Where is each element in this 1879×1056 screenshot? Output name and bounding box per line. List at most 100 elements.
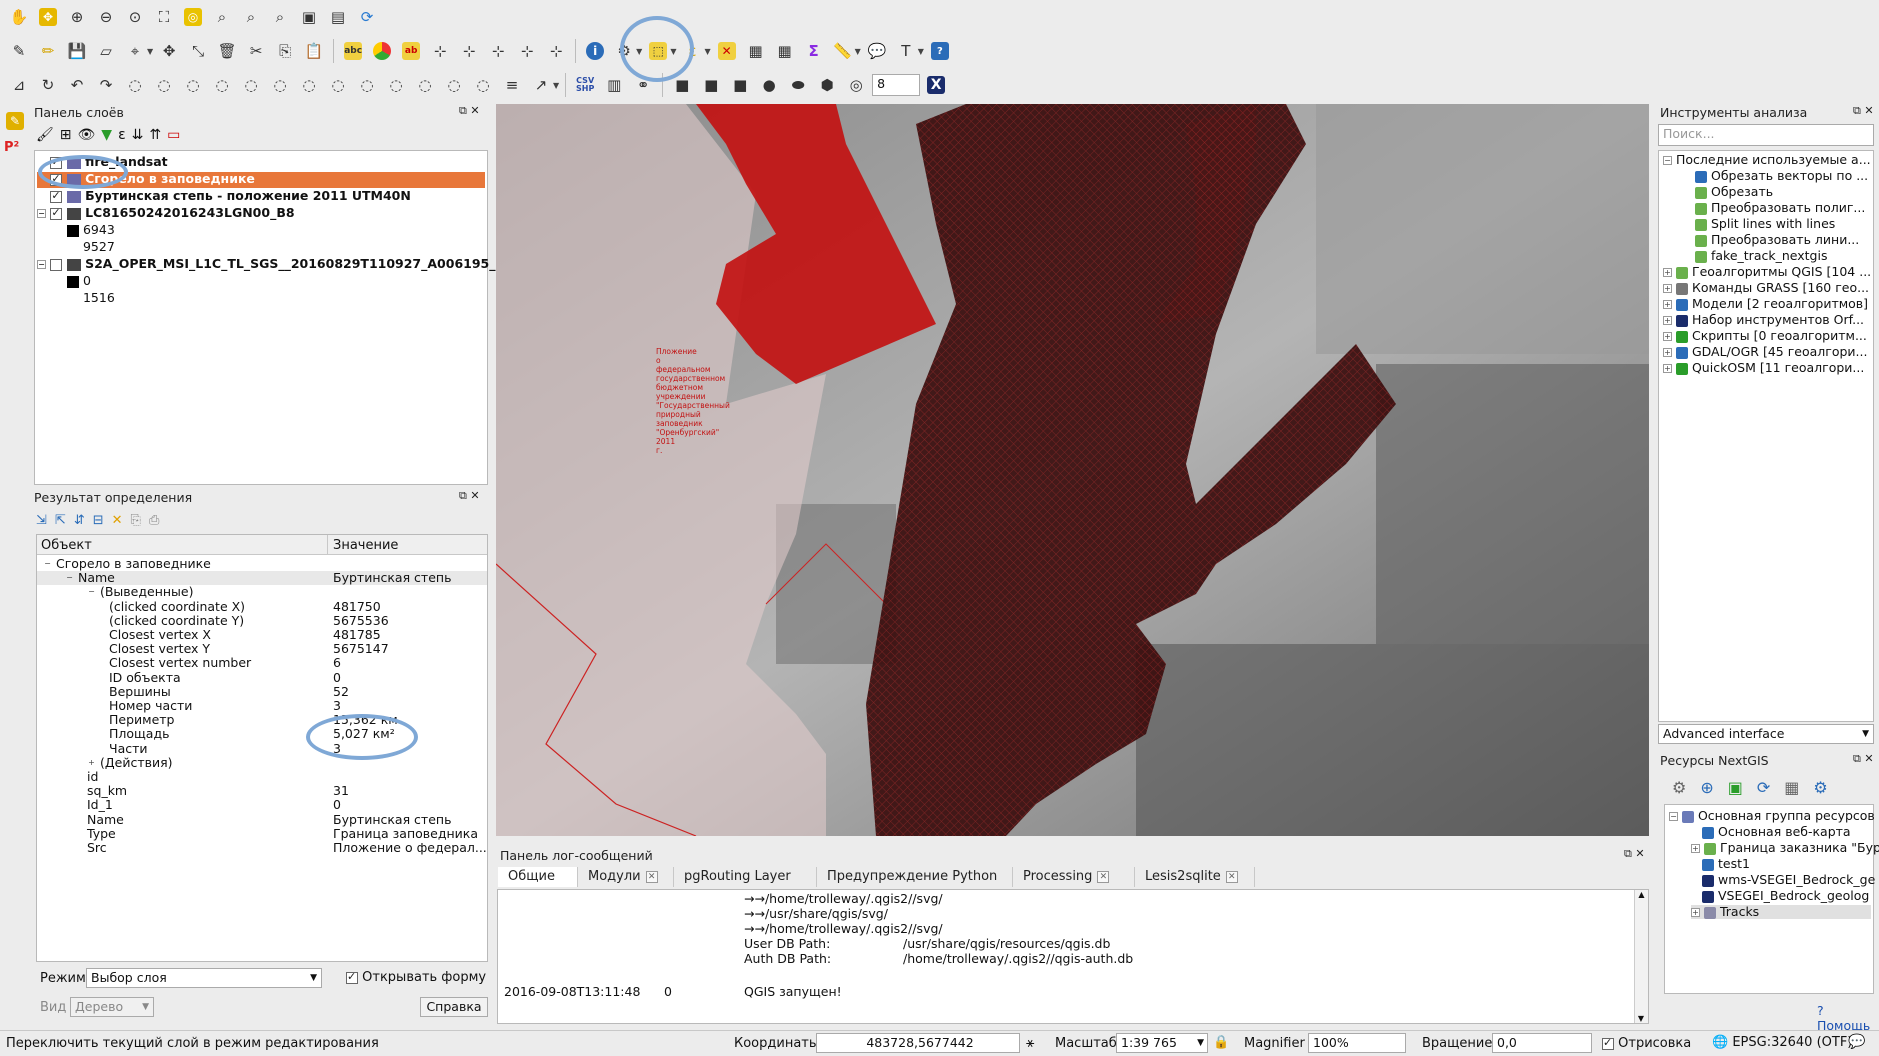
collapse-icon[interactable]: − <box>1663 156 1672 165</box>
pan-to-selection-icon[interactable]: ✥ <box>35 4 61 30</box>
expand-icon[interactable]: + <box>1691 908 1700 917</box>
layer-visibility-checkbox[interactable] <box>50 189 63 203</box>
log-tab[interactable]: Предупреждение Python✕ <box>817 867 1013 903</box>
select-features-icon[interactable]: ⬚ <box>645 38 671 64</box>
open-map-icon[interactable]: ▦ <box>1784 778 1799 797</box>
connect-icon[interactable]: ⚙ <box>1672 778 1686 797</box>
expand-icon[interactable]: + <box>1663 316 1672 325</box>
processing-item[interactable]: + Геоалгоритмы QGIS [104 ... <box>1663 265 1871 279</box>
log-tab[interactable]: Processing ✕ <box>1013 867 1135 887</box>
scroll-up-icon[interactable]: ▲ <box>1635 890 1648 899</box>
rotation-spinbox[interactable]: 0,0 <box>1492 1033 1592 1053</box>
log-tab[interactable]: pgRouting Layer✕ <box>674 867 817 903</box>
add-feature-icon[interactable]: ▱ <box>93 38 119 64</box>
add-group-icon[interactable]: ⊞ <box>60 127 72 143</box>
show-labels-icon[interactable]: ⊹ <box>456 38 482 64</box>
identify-row[interactable]: Closest vertex Y 5675147 <box>37 642 487 656</box>
mode-select[interactable]: Выбор слоя ▼ <box>86 968 322 988</box>
shape-polygon-icon[interactable]: ⬢ <box>814 72 840 98</box>
crs-button[interactable]: 🌐 EPSG:32640 (OTF) <box>1712 1035 1852 1050</box>
delete-part-icon[interactable]: ◌ <box>238 72 264 98</box>
shape-rect2-icon[interactable]: ■ <box>727 72 753 98</box>
toggle-extents-icon[interactable]: ⚹ <box>1026 1035 1034 1051</box>
log-scrollbar[interactable]: ▲ ▼ <box>1634 890 1648 1023</box>
change-label-icon[interactable]: ⊹ <box>543 38 569 64</box>
coords-field[interactable]: 483728,5677442 <box>816 1033 1020 1053</box>
identify-row[interactable]: Src Пложение о федерал... <box>37 841 487 855</box>
select-expression-icon[interactable]: ε <box>679 38 705 64</box>
field-calculator-icon[interactable]: ▦ <box>772 38 798 64</box>
log-tab[interactable]: Общие✕ <box>498 867 578 903</box>
map-svg[interactable]: Пложение о федеральном государственном бюдже… <box>496 104 1649 836</box>
identify-row[interactable]: Closest vertex number 6 <box>37 656 487 670</box>
snapping-icon[interactable]: ⊿ <box>6 72 32 98</box>
nextgis-resource-item[interactable]: − Основная группа ресурсов <box>1669 809 1875 823</box>
processing-item[interactable]: Split lines with lines <box>1695 217 1835 231</box>
expand-new-icon[interactable]: ⇵ <box>74 513 85 528</box>
collapse-icon[interactable]: − <box>43 560 52 569</box>
processing-item[interactable]: + QuickOSM [11 геоалгори... <box>1663 361 1864 375</box>
close-icon[interactable]: ✕ <box>645 870 658 883</box>
shape-ellipse-icon[interactable]: ⬬ <box>785 72 811 98</box>
nextgis-resource-item[interactable]: test1 <box>1691 857 1750 871</box>
zoom-last-icon[interactable]: ⌕ <box>238 4 264 30</box>
edit-panel-icon[interactable]: ✎ <box>2 108 28 134</box>
identify-row[interactable]: Name Буртинская степь <box>37 812 487 827</box>
processing-item[interactable]: Преобразовать полиг... <box>1695 201 1865 215</box>
shape-square-icon[interactable]: ■ <box>698 72 724 98</box>
collapse-tree-icon[interactable]: ⇱ <box>55 513 66 528</box>
zoom-in-icon[interactable]: ⊕ <box>64 4 90 30</box>
identify-row[interactable]: sq_km 31 <box>37 784 487 798</box>
nextgis-resource-item[interactable]: + Граница заказника "Бурт <box>1691 841 1879 855</box>
clear-results-icon[interactable]: ⊟ <box>93 513 104 528</box>
clear-highlight-icon[interactable]: ✕ <box>112 513 123 528</box>
identify-row[interactable]: Closest vertex X 481785 <box>37 628 487 642</box>
rotate-symbols-icon[interactable]: ◌ <box>470 72 496 98</box>
float-panel-icon[interactable]: ⧉ ✕ <box>459 489 480 503</box>
zoom-native-icon[interactable]: ⊙ <box>122 4 148 30</box>
processing-item[interactable]: + Скрипты [0 геоалгоритм... <box>1663 329 1867 343</box>
split-parts-icon[interactable]: ◌ <box>383 72 409 98</box>
identify-row[interactable]: (clicked coordinate X) 481750 <box>37 599 487 614</box>
copy-feature-icon[interactable]: ⎘ <box>131 513 141 528</box>
identify-row[interactable]: − Сгорело в заповеднике <box>37 557 487 571</box>
identify-row[interactable]: + (Действия) <box>37 755 487 770</box>
copy-icon[interactable]: ⎘ <box>272 38 298 64</box>
magnifier-spinbox[interactable]: 100% <box>1308 1033 1406 1053</box>
help-link[interactable]: ? Помощь <box>1817 1003 1879 1033</box>
identify-row[interactable]: Периметр 15,362 км <box>37 713 487 727</box>
log-tab[interactable]: Lesis2sqlite ✕ <box>1135 867 1255 887</box>
collapse-all-icon[interactable]: ⇈ <box>149 127 161 143</box>
float-panel-icon[interactable]: ⧉ ✕ <box>1853 752 1874 766</box>
layer-item[interactable]: Буртинская степь - положение 2011 UTM40N <box>37 189 485 205</box>
pin-labels-icon[interactable]: ⊹ <box>427 38 453 64</box>
show-bookmarks-icon[interactable]: ▤ <box>325 4 351 30</box>
attribute-table-icon[interactable]: ▦ <box>743 38 769 64</box>
processing-item[interactable]: Обрезать <box>1695 185 1773 199</box>
identify-row[interactable]: Части 3 <box>37 741 487 756</box>
nextgis-resource-item[interactable]: + Tracks <box>1691 905 1871 919</box>
layer-item[interactable]: − LC81650242016243LGN00_B8 <box>37 206 485 222</box>
p2-icon[interactable]: P² <box>4 140 26 155</box>
open-form-checkbox[interactable]: Открывать форму <box>346 970 486 985</box>
csv-shp-icon[interactable]: CSV SHP <box>572 72 598 98</box>
align-icon[interactable]: ≡ <box>499 72 525 98</box>
label-tool-icon[interactable]: ab <box>398 38 424 64</box>
expand-icon[interactable]: + <box>1663 284 1672 293</box>
identify-row[interactable]: id <box>37 770 487 784</box>
visibility-icon[interactable]: 👁 <box>78 127 96 143</box>
layer-visibility-checkbox[interactable] <box>50 206 63 220</box>
layer-style-icon[interactable] <box>369 38 395 64</box>
move-feature-icon[interactable]: ✥ <box>156 38 182 64</box>
add-ring-icon[interactable]: ◌ <box>122 72 148 98</box>
map-canvas[interactable]: Пложение о федеральном государственном бюдже… <box>496 104 1649 836</box>
rotate-label-icon[interactable]: ⊹ <box>514 38 540 64</box>
offset-curve-icon[interactable]: ◌ <box>296 72 322 98</box>
close-icon[interactable]: ✕ <box>1097 870 1110 883</box>
expand-icon[interactable]: − <box>37 260 46 269</box>
undo-icon[interactable]: ↶ <box>64 72 90 98</box>
close-icon[interactable]: ✕ <box>1225 870 1238 883</box>
add-part-icon[interactable]: ◌ <box>151 72 177 98</box>
float-panel-icon[interactable]: ⧉ ✕ <box>1853 104 1874 118</box>
identify-row[interactable]: Type Граница заповедника <box>37 826 487 841</box>
